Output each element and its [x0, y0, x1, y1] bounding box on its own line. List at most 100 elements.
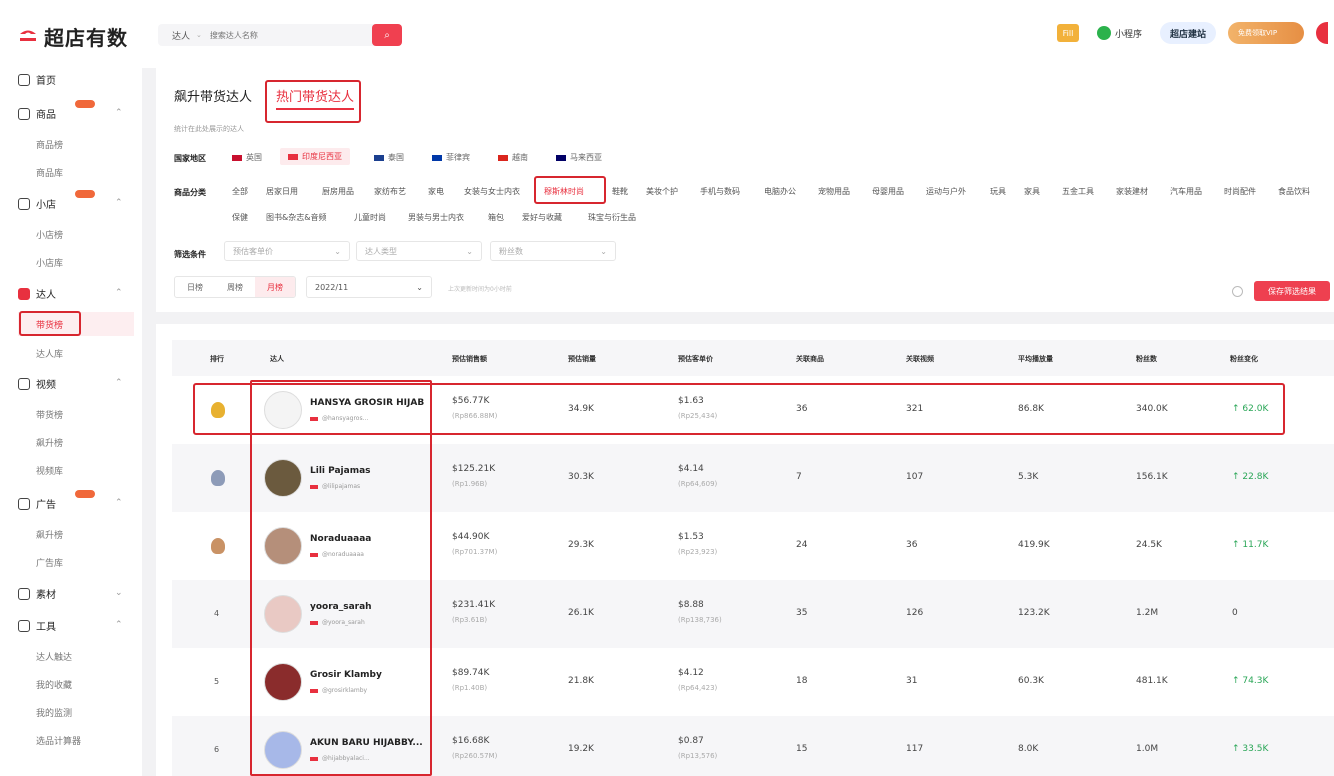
region-chip[interactable]: 菲律宾 — [432, 152, 470, 163]
videos-cell: 36 — [906, 540, 917, 550]
period-week[interactable]: 周榜 — [215, 277, 255, 297]
category-item[interactable]: 时尚配件 — [1224, 186, 1256, 197]
category-item[interactable]: 爱好与收藏 — [522, 212, 562, 223]
save-filter-button[interactable]: 保存筛选结果 — [1254, 281, 1330, 301]
chevron-up-icon[interactable]: ⌃ — [115, 620, 123, 630]
sidebar-item-kol[interactable]: 达人 — [18, 286, 56, 301]
sidebar-sub-video-rise[interactable]: 飙升榜 — [36, 436, 63, 449]
sidebar-sub-tools-reach[interactable]: 达人触达 — [36, 650, 72, 663]
category-item[interactable]: 食品饮料 — [1278, 186, 1310, 197]
sidebar-sub-tools-calc[interactable]: 选品计算器 — [36, 734, 81, 747]
region-chip[interactable]: 越南 — [498, 152, 528, 163]
chevron-down-icon[interactable]: ⌄ — [196, 31, 202, 39]
category-item[interactable]: 家纺布艺 — [374, 186, 406, 197]
avatar[interactable] — [1316, 22, 1328, 44]
fans-cell-value: 24.5K — [1136, 540, 1162, 550]
category-item[interactable]: 母婴用品 — [872, 186, 904, 197]
category-item[interactable]: 男装与男士内衣 — [408, 212, 464, 223]
category-item[interactable]: 保健 — [232, 212, 248, 223]
mini-program-button[interactable]: 小程序 — [1091, 22, 1148, 44]
col-videos[interactable]: 关联视频 — [906, 354, 934, 364]
sidebar-item-ads[interactable]: 广告 — [18, 496, 56, 511]
sidebar-item-video[interactable]: 视频 — [18, 376, 56, 391]
chevron-down-icon[interactable]: ⌄ — [115, 588, 123, 598]
category-item[interactable]: 鞋靴 — [612, 186, 628, 197]
sidebar-item-shop[interactable]: 小店 — [18, 196, 56, 211]
col-fans[interactable]: 粉丝数 — [1136, 354, 1157, 364]
category-item[interactable]: 居家日用 — [266, 186, 298, 197]
sidebar-sub-goods-lib[interactable]: 商品库 — [36, 166, 63, 179]
chevron-up-icon[interactable]: ⌃ — [115, 108, 123, 118]
col-price[interactable]: 预估客单价 — [678, 354, 713, 364]
region-chip[interactable]: 马来西亚 — [556, 152, 602, 163]
sidebar-sub-video-lib[interactable]: 视频库 — [36, 464, 63, 477]
sidebar-sub-shop-lib[interactable]: 小店库 — [36, 256, 63, 269]
category-label: 商品分类 — [174, 188, 206, 197]
period-month[interactable]: 月榜 — [255, 277, 295, 297]
fans-select[interactable]: 粉丝数 ⌄ — [490, 241, 616, 261]
chevron-up-icon[interactable]: ⌃ — [115, 288, 123, 298]
category-item[interactable]: 儿童时尚 — [354, 212, 386, 223]
vip-button[interactable]: 免费领取VIP — [1228, 22, 1304, 44]
category-item[interactable]: 厨房用品 — [322, 186, 354, 197]
price-cell-value: $4.14 — [678, 464, 704, 474]
chevron-up-icon[interactable]: ⌃ — [115, 198, 123, 208]
sidebar-item-home[interactable]: 首页 — [18, 72, 56, 87]
chevron-up-icon[interactable]: ⌃ — [115, 498, 123, 508]
sidebar — [0, 68, 142, 776]
tab-rising[interactable]: 飙升带货达人 — [174, 86, 252, 105]
fill-badge[interactable]: Fill — [1056, 24, 1079, 42]
col-goods[interactable]: 关联商品 — [796, 354, 824, 364]
col-volume[interactable]: 预估销量 — [568, 354, 596, 364]
sidebar-sub-goods-rank[interactable]: 商品榜 — [36, 138, 63, 151]
category-item[interactable]: 宠物用品 — [818, 186, 850, 197]
category-item[interactable]: 五金工具 — [1062, 186, 1094, 197]
kol-type-select[interactable]: 达人类型 ⌄ — [356, 241, 482, 261]
col-views[interactable]: 平均播放量 — [1018, 354, 1053, 364]
chevron-up-icon[interactable]: ⌃ — [115, 378, 123, 388]
category-item[interactable]: 全部 — [232, 186, 248, 197]
category-item[interactable]: 珠宝与衍生品 — [588, 212, 636, 223]
search-input[interactable] — [209, 30, 350, 40]
sidebar-item-tools[interactable]: 工具 — [18, 618, 56, 633]
sidebar-item-goods[interactable]: 商品 — [18, 106, 56, 121]
category-item[interactable]: 图书&杂志&音频 — [266, 212, 326, 223]
category-item[interactable]: 美妆个护 — [646, 186, 678, 197]
price-select[interactable]: 预估客单价 ⌄ — [224, 241, 350, 261]
region-chip[interactable]: 英国 — [232, 152, 262, 163]
sidebar-sub-ads-lib[interactable]: 广告库 — [36, 556, 63, 569]
category-item[interactable]: 女装与女士内衣 — [464, 186, 520, 197]
category-item[interactable]: 电脑办公 — [764, 186, 796, 197]
help-icon[interactable] — [1232, 286, 1243, 297]
sidebar-sub-kol-lib[interactable]: 达人库 — [36, 347, 63, 360]
sidebar-item-material[interactable]: 素材 — [18, 586, 56, 601]
category-item[interactable]: 家电 — [428, 186, 444, 197]
search-type-select[interactable]: 达人 — [158, 29, 196, 42]
period-day[interactable]: 日榜 — [175, 277, 215, 297]
search-button[interactable]: ⌕ — [372, 24, 402, 46]
region-chip-active[interactable]: 印度尼西亚 — [280, 148, 350, 165]
category-item[interactable]: 手机与数码 — [700, 186, 740, 197]
sidebar-sub-ads-rise[interactable]: 飙升榜 — [36, 528, 63, 541]
sidebar-sub-tools-monitor[interactable]: 我的监测 — [36, 706, 72, 719]
jianzhan-button[interactable]: 超店建站 — [1159, 22, 1216, 44]
videos-cell: 31 — [906, 676, 917, 686]
col-fans-change[interactable]: 粉丝变化 — [1230, 354, 1258, 364]
rank-number: 6 — [214, 745, 220, 754]
category-item[interactable]: 汽车用品 — [1170, 186, 1202, 197]
brand-logo[interactable]: 超店有数 — [18, 22, 128, 51]
highlight-box — [19, 311, 81, 336]
category-item[interactable]: 玩具 — [990, 186, 1006, 197]
category-item[interactable]: 家具 — [1024, 186, 1040, 197]
month-select[interactable]: 2022/11 ⌄ — [306, 276, 432, 298]
sidebar-sub-video-rank[interactable]: 带货榜 — [36, 408, 63, 421]
sidebar-sub-tools-fav[interactable]: 我的收藏 — [36, 678, 72, 691]
region-chip[interactable]: 泰国 — [374, 152, 404, 163]
col-sales[interactable]: 预估销售额 — [452, 354, 487, 364]
brand-name: 超店有数 — [44, 26, 128, 50]
category-item[interactable]: 箱包 — [488, 212, 504, 223]
sidebar-sub-shop-rank[interactable]: 小店榜 — [36, 228, 63, 241]
region-label-text: 菲律宾 — [446, 153, 470, 162]
category-item[interactable]: 运动与户外 — [926, 186, 966, 197]
category-item[interactable]: 家装建材 — [1116, 186, 1148, 197]
